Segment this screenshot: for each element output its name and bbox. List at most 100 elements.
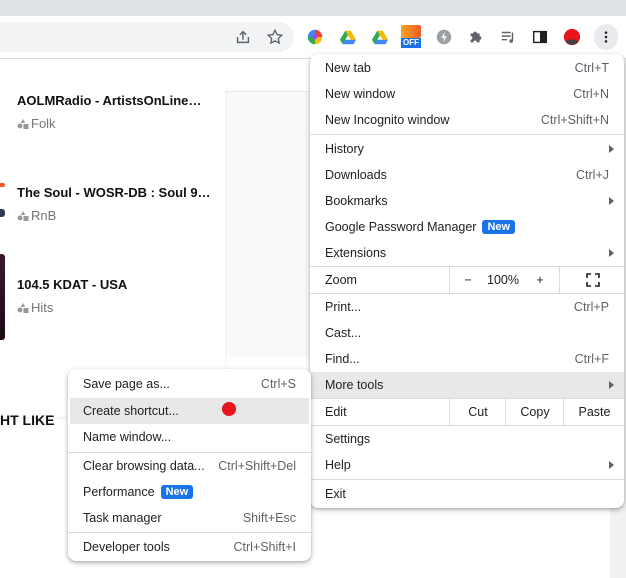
- side-panel-icon[interactable]: [530, 27, 550, 47]
- cut-label: Cut: [468, 405, 488, 419]
- station-item[interactable]: The Soul - WOSR-DB : Soul 9… RnB: [0, 176, 225, 246]
- cut-button[interactable]: Cut: [449, 399, 506, 425]
- bookmark-star-icon[interactable]: [265, 27, 285, 47]
- color-wheel-extension-icon[interactable]: [305, 27, 325, 47]
- menu-item-developer-tools[interactable]: Developer tools Ctrl+Shift+I: [68, 534, 311, 560]
- more-menu-icon[interactable]: [594, 24, 618, 50]
- menu-item-label-group: Performance New: [83, 485, 194, 499]
- station-thumbnail: [0, 209, 5, 217]
- menu-item-clear-browsing-data[interactable]: Clear browsing data... Ctrl+Shift+Del: [68, 453, 311, 479]
- menu-item-label: Help: [325, 458, 351, 472]
- menu-item-label: More tools: [325, 378, 384, 392]
- genre-icon: [17, 119, 29, 129]
- menu-item-label: Edit: [325, 405, 347, 419]
- station-name: 104.5 KDAT - USA: [17, 277, 128, 292]
- menu-item-task-manager[interactable]: Task manager Shift+Esc: [68, 505, 311, 531]
- menu-item-label: Save page as...: [83, 377, 170, 391]
- zoom-level: 100%: [485, 267, 521, 293]
- menu-separator: [310, 479, 624, 480]
- menu-item-find[interactable]: Find... Ctrl+F: [310, 346, 624, 372]
- station-genre-label: RnB: [31, 208, 57, 223]
- menu-item-new-tab[interactable]: New tab Ctrl+T: [310, 55, 624, 81]
- menu-item-label: Create shortcut...: [83, 404, 179, 418]
- menu-item-label: Exit: [325, 487, 346, 501]
- menu-item-label: Task manager: [83, 511, 162, 525]
- zoom-out-button[interactable]: −: [449, 267, 486, 293]
- menu-item-edit: Edit Cut Copy Paste: [310, 399, 624, 425]
- fullscreen-button[interactable]: [559, 267, 625, 293]
- submenu-arrow-icon: [609, 461, 614, 469]
- menu-item-label: Bookmarks: [325, 194, 388, 208]
- menu-separator: [68, 532, 311, 533]
- station-item[interactable]: AOLMRadio - ArtistsOnLine… Folk: [0, 91, 225, 161]
- menu-item-performance[interactable]: Performance New: [68, 479, 311, 505]
- station-genre: RnB: [17, 208, 56, 223]
- media-playlist-icon[interactable]: [498, 27, 518, 47]
- menu-item-help[interactable]: Help: [310, 452, 624, 478]
- more-tools-submenu: Save page as... Ctrl+S Create shortcut...…: [68, 369, 311, 561]
- station-name: The Soul - WOSR-DB : Soul 9…: [17, 185, 211, 200]
- menu-separator: [310, 134, 624, 135]
- share-icon[interactable]: [233, 27, 253, 47]
- menu-item-password-manager[interactable]: Google Password Manager New: [310, 214, 624, 240]
- station-genre-label: Folk: [31, 116, 56, 131]
- new-badge: New: [160, 485, 194, 499]
- submenu-arrow-icon: [609, 197, 614, 205]
- menu-item-shortcut: Ctrl+S: [260, 377, 296, 391]
- drive-extension-icon[interactable]: [338, 27, 358, 47]
- menu-item-label: Google Password Manager: [325, 220, 477, 234]
- menu-item-print[interactable]: Print... Ctrl+P: [310, 294, 624, 320]
- menu-item-label: Zoom: [325, 273, 357, 287]
- browser-toolbar: OFF: [0, 16, 626, 59]
- menu-item-cast[interactable]: Cast...: [310, 320, 624, 346]
- drive-extension-icon-2[interactable]: [370, 27, 390, 47]
- menu-item-label: History: [325, 142, 364, 156]
- tab-strip: [0, 0, 626, 16]
- section-heading: HT LIKE: [0, 412, 55, 428]
- menu-item-bookmarks[interactable]: Bookmarks: [310, 188, 624, 214]
- paste-label: Paste: [578, 405, 611, 419]
- station-genre-label: Hits: [31, 300, 54, 315]
- zoom-out-label: −: [464, 273, 472, 287]
- menu-item-label-group: Google Password Manager New: [325, 220, 516, 234]
- station-item[interactable]: 104.5 KDAT - USA Hits: [0, 254, 225, 344]
- zoom-in-button[interactable]: +: [521, 267, 559, 293]
- speed-extension-icon[interactable]: [434, 27, 454, 47]
- menu-item-create-shortcut[interactable]: Create shortcut...: [70, 398, 309, 424]
- station-genre: Hits: [17, 300, 53, 315]
- off-extension-icon[interactable]: OFF: [400, 23, 424, 51]
- pointer-indicator-dot: [222, 402, 236, 416]
- fullscreen-icon: [585, 273, 600, 287]
- menu-item-label: New Incognito window: [325, 113, 450, 127]
- copy-button[interactable]: Copy: [505, 399, 564, 425]
- menu-item-downloads[interactable]: Downloads Ctrl+J: [310, 162, 624, 188]
- extensions-puzzle-icon[interactable]: [466, 27, 486, 47]
- menu-item-history[interactable]: History: [310, 136, 624, 162]
- menu-item-zoom: Zoom − 100% +: [310, 267, 624, 293]
- menu-item-shortcut: Ctrl+Shift+I: [233, 540, 296, 554]
- menu-item-extensions[interactable]: Extensions: [310, 240, 624, 266]
- menu-item-exit[interactable]: Exit: [310, 481, 624, 507]
- menu-item-label: Print...: [325, 300, 362, 314]
- menu-item-label: Developer tools: [83, 540, 170, 554]
- menu-item-save-page[interactable]: Save page as... Ctrl+S: [68, 371, 311, 397]
- chrome-main-menu: New tab Ctrl+T New window Ctrl+N New Incog…: [310, 54, 624, 508]
- menu-item-label: Name window...: [83, 430, 172, 444]
- zoom-in-label: +: [536, 273, 544, 287]
- menu-item-name-window[interactable]: Name window...: [68, 424, 311, 450]
- station-genre: Folk: [17, 116, 56, 131]
- menu-item-new-incognito-window[interactable]: New Incognito window Ctrl+Shift+N: [310, 107, 624, 133]
- menu-item-more-tools[interactable]: More tools: [310, 372, 624, 398]
- menu-item-shortcut: Ctrl+T: [574, 61, 609, 75]
- profile-avatar-icon[interactable]: [562, 27, 582, 47]
- zoom-value: 100%: [487, 273, 519, 287]
- menu-item-label: New tab: [325, 61, 371, 75]
- station-thumbnail: [0, 183, 5, 187]
- off-extension-art: [401, 25, 421, 38]
- off-badge: OFF: [401, 38, 421, 48]
- menu-item-new-window[interactable]: New window Ctrl+N: [310, 81, 624, 107]
- paste-button[interactable]: Paste: [563, 399, 625, 425]
- menu-item-settings[interactable]: Settings: [310, 426, 624, 452]
- menu-item-label: Performance: [83, 485, 155, 499]
- station-thumbnail: [0, 254, 5, 340]
